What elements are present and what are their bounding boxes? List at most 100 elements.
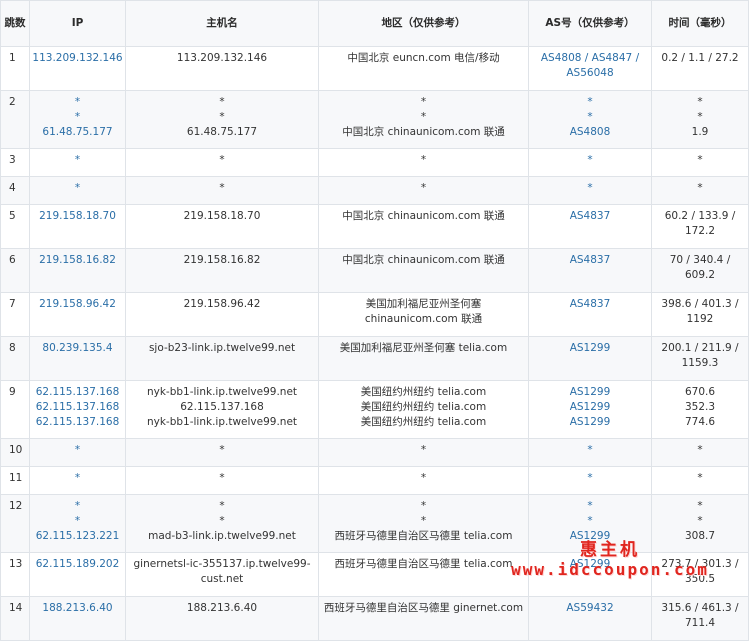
cell-time: * bbox=[651, 466, 749, 495]
cell-region-line: 美国加利福尼亚州圣何塞 telia.com bbox=[339, 342, 508, 354]
cell-asn-line[interactable]: AS1299 bbox=[531, 529, 649, 544]
cell-region-line: 美国加利福尼亚州圣何塞 chinaunicom.com 联通 bbox=[364, 298, 483, 325]
cell-hostname-line: * bbox=[219, 96, 225, 108]
cell-hostname: 219.158.96.42 bbox=[125, 292, 319, 337]
cell-ip-line: * bbox=[74, 154, 81, 166]
cell-region: * bbox=[318, 466, 529, 495]
cell-asn: * * AS1299 bbox=[528, 494, 652, 553]
cell-asn-line[interactable]: AS1299 bbox=[531, 385, 649, 400]
cell-region: 中国北京 chinaunicom.com 联通 bbox=[318, 204, 529, 249]
cell-hop: 7 bbox=[0, 292, 30, 337]
cell-asn-line[interactable]: AS4808 / AS4847 / AS56048 bbox=[531, 51, 649, 81]
cell-time-line: 308.7 bbox=[684, 530, 716, 542]
cell-time-line: * bbox=[697, 96, 703, 108]
cell-asn: AS4837 bbox=[528, 248, 652, 293]
cell-ip: * bbox=[29, 148, 126, 177]
cell-ip-line[interactable]: 62.115.137.168 bbox=[32, 415, 123, 430]
cell-ip-line[interactable]: 219.158.96.42 bbox=[32, 297, 123, 312]
cell-time: * * 1.9 bbox=[651, 90, 749, 149]
table-header-row: 跳数 IP 主机名 地区（仅供参考） AS号（仅供参考） 时间（毫秒） bbox=[0, 0, 749, 47]
cell-time-line: 1.9 bbox=[691, 126, 709, 138]
cell-hostname-line: 219.158.18.70 bbox=[183, 210, 261, 222]
cell-ip-line[interactable]: 61.48.75.177 bbox=[32, 125, 123, 140]
cell-ip-line[interactable]: 219.158.16.82 bbox=[32, 253, 123, 268]
cell-time: 670.6 352.3 774.6 bbox=[651, 380, 749, 439]
cell-hop: 2 bbox=[0, 90, 30, 149]
cell-asn-line[interactable]: AS1299 bbox=[531, 341, 649, 356]
cell-hostname: ginernetsl-ic-355137.ip.twelve99-cust.ne… bbox=[125, 552, 319, 597]
cell-asn-line[interactable]: AS4808 bbox=[531, 125, 649, 140]
cell-hop: 4 bbox=[0, 176, 30, 205]
cell-asn-line[interactable]: AS1299 bbox=[531, 557, 649, 572]
cell-asn-line: * bbox=[587, 515, 593, 527]
cell-hostname-line: * bbox=[219, 154, 225, 166]
cell-ip: 188.213.6.40 bbox=[29, 596, 126, 641]
cell-ip-line[interactable]: 219.158.18.70 bbox=[32, 209, 123, 224]
cell-asn: AS1299 bbox=[528, 336, 652, 381]
cell-time: * bbox=[651, 176, 749, 205]
cell-region: 中国北京 euncn.com 电信/移动 bbox=[318, 46, 529, 91]
table-row: 1 113.209.132.146 113.209.132.146 中国北京 eunc… bbox=[0, 46, 749, 91]
cell-ip: 113.209.132.146 bbox=[29, 46, 126, 91]
header-hostname: 主机名 bbox=[125, 0, 319, 47]
cell-asn-line[interactable]: AS4837 bbox=[531, 297, 649, 312]
cell-region: 美国纽约州纽约 telia.com 美国纽约州纽约 telia.com 美国纽约州纽… bbox=[318, 380, 529, 439]
cell-asn-line: * bbox=[587, 500, 593, 512]
cell-ip-line: * bbox=[74, 472, 81, 484]
cell-region-line: * bbox=[420, 500, 427, 512]
cell-region-line: * bbox=[420, 515, 427, 527]
cell-asn-line: * bbox=[587, 154, 593, 166]
header-region: 地区（仅供参考） bbox=[318, 0, 529, 47]
cell-asn-line[interactable]: AS1299 bbox=[531, 400, 649, 415]
table-row: 2 * * 61.48.75.177 * * 61.48.75.177 * * 中国北京 chin… bbox=[0, 90, 749, 149]
cell-time: * bbox=[651, 148, 749, 177]
cell-hostname-line: 219.158.16.82 bbox=[183, 254, 261, 266]
cell-ip: 62.115.189.202 bbox=[29, 552, 126, 597]
cell-hostname: 188.213.6.40 bbox=[125, 596, 319, 641]
cell-asn: * bbox=[528, 438, 652, 467]
cell-time-line: * bbox=[697, 111, 703, 123]
cell-asn-line[interactable]: AS1299 bbox=[531, 415, 649, 430]
cell-time-line: 60.2 / 133.9 / 172.2 bbox=[664, 210, 736, 237]
cell-ip-line: * bbox=[74, 500, 81, 512]
cell-hostname: * bbox=[125, 438, 319, 467]
cell-ip-line[interactable]: 188.213.6.40 bbox=[32, 601, 123, 616]
cell-ip-line[interactable]: 62.115.123.221 bbox=[32, 529, 123, 544]
cell-hop: 8 bbox=[0, 336, 30, 381]
cell-hop: 13 bbox=[0, 552, 30, 597]
table-row: 14 188.213.6.40 188.213.6.40 西班牙马德里自治区马德里 g… bbox=[0, 596, 749, 641]
cell-ip-line[interactable]: 113.209.132.146 bbox=[32, 51, 123, 66]
cell-hop: 5 bbox=[0, 204, 30, 249]
table-row: 10 * * * * * bbox=[0, 438, 749, 467]
cell-hostname: sjo-b23-link.ip.twelve99.net bbox=[125, 336, 319, 381]
cell-hostname: 219.158.18.70 bbox=[125, 204, 319, 249]
cell-asn: AS59432 bbox=[528, 596, 652, 641]
cell-hostname-line: 113.209.132.146 bbox=[176, 52, 268, 64]
cell-time: 0.2 / 1.1 / 27.2 bbox=[651, 46, 749, 91]
cell-ip-line[interactable]: 62.115.189.202 bbox=[32, 557, 123, 572]
cell-ip-line[interactable]: 80.239.135.4 bbox=[32, 341, 123, 356]
cell-ip-line[interactable]: 62.115.137.168 bbox=[32, 400, 123, 415]
cell-ip: * bbox=[29, 466, 126, 495]
traceroute-table: 跳数 IP 主机名 地区（仅供参考） AS号（仅供参考） 时间（毫秒） 1 113… bbox=[0, 0, 749, 641]
cell-ip: 219.158.96.42 bbox=[29, 292, 126, 337]
cell-hostname: * bbox=[125, 466, 319, 495]
cell-time: 273.7 / 301.3 / 350.5 bbox=[651, 552, 749, 597]
cell-time: 70 / 340.4 / 609.2 bbox=[651, 248, 749, 293]
cell-hostname: * bbox=[125, 176, 319, 205]
cell-asn-line[interactable]: AS59432 bbox=[531, 601, 649, 616]
cell-ip-line[interactable]: 62.115.137.168 bbox=[32, 385, 123, 400]
cell-asn-line[interactable]: AS4837 bbox=[531, 209, 649, 224]
cell-hostname: * * 61.48.75.177 bbox=[125, 90, 319, 149]
cell-region: * bbox=[318, 148, 529, 177]
cell-ip: 219.158.18.70 bbox=[29, 204, 126, 249]
cell-asn: * bbox=[528, 466, 652, 495]
cell-asn: AS1299 AS1299 AS1299 bbox=[528, 380, 652, 439]
cell-asn-line[interactable]: AS4837 bbox=[531, 253, 649, 268]
cell-region-line: * bbox=[420, 444, 427, 456]
cell-asn: AS4837 bbox=[528, 292, 652, 337]
cell-hostname-line: 188.213.6.40 bbox=[186, 602, 258, 614]
cell-hostname: 219.158.16.82 bbox=[125, 248, 319, 293]
cell-region-line: 美国纽约州纽约 telia.com bbox=[360, 386, 487, 398]
cell-region: 西班牙马德里自治区马德里 ginernet.com bbox=[318, 596, 529, 641]
